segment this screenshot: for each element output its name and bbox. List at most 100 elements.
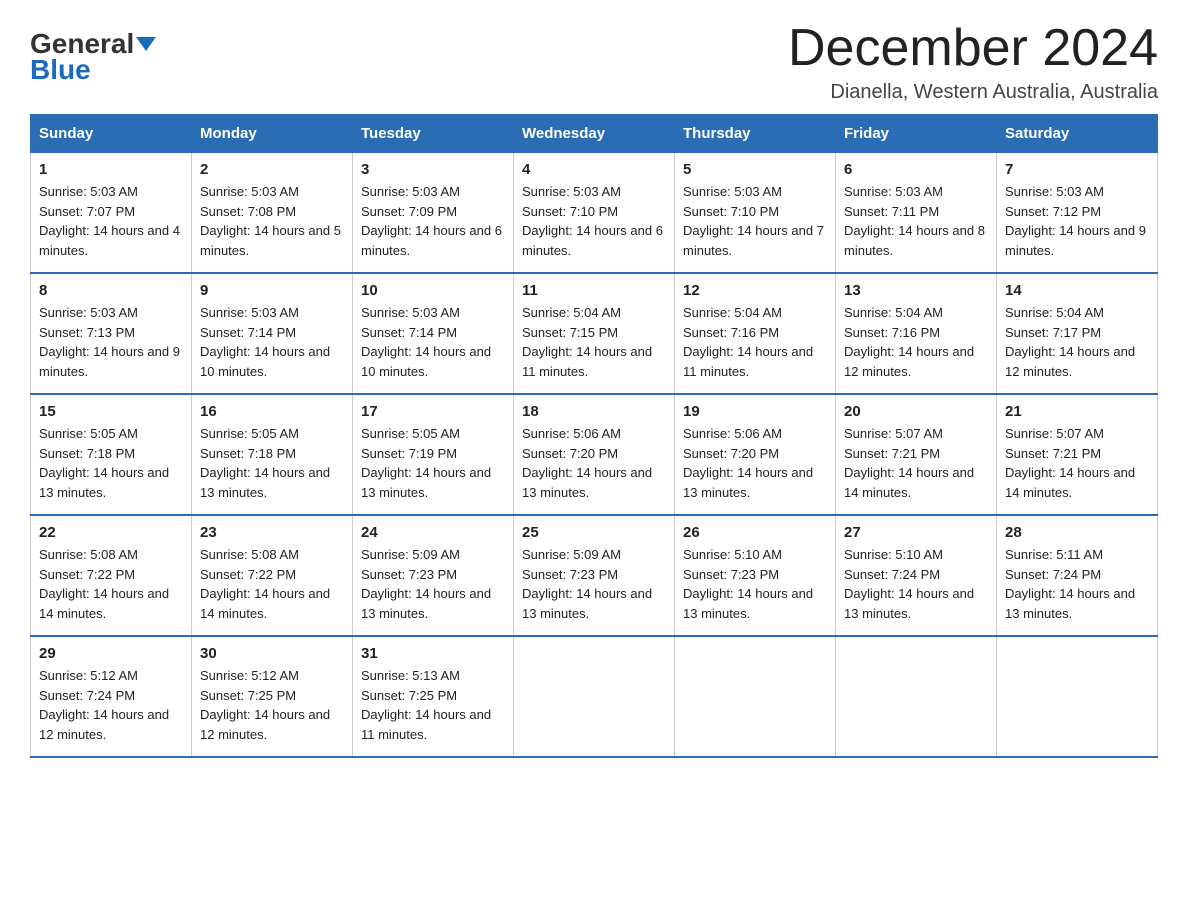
day-cell: 26 Sunrise: 5:10 AM Sunset: 7:23 PM Dayl…	[675, 515, 836, 636]
sunset-label: Sunset: 7:13 PM	[39, 325, 135, 340]
day-info: Sunrise: 5:10 AM Sunset: 7:23 PM Dayligh…	[683, 545, 827, 623]
day-cell: 10 Sunrise: 5:03 AM Sunset: 7:14 PM Dayl…	[353, 273, 514, 394]
sunset-label: Sunset: 7:21 PM	[844, 446, 940, 461]
day-number: 24	[361, 524, 505, 541]
day-cell: 4 Sunrise: 5:03 AM Sunset: 7:10 PM Dayli…	[514, 153, 675, 274]
day-cell	[514, 636, 675, 757]
daylight-label: Daylight: 14 hours and 5 minutes.	[200, 223, 341, 258]
day-info: Sunrise: 5:03 AM Sunset: 7:14 PM Dayligh…	[200, 303, 344, 381]
daylight-label: Daylight: 14 hours and 4 minutes.	[39, 223, 180, 258]
sunset-label: Sunset: 7:18 PM	[39, 446, 135, 461]
day-cell: 18 Sunrise: 5:06 AM Sunset: 7:20 PM Dayl…	[514, 394, 675, 515]
sunrise-label: Sunrise: 5:04 AM	[522, 305, 621, 320]
logo: General Blue	[30, 30, 156, 86]
day-info: Sunrise: 5:05 AM Sunset: 7:18 PM Dayligh…	[39, 424, 183, 502]
day-number: 16	[200, 403, 344, 420]
day-cell: 12 Sunrise: 5:04 AM Sunset: 7:16 PM Dayl…	[675, 273, 836, 394]
daylight-label: Daylight: 14 hours and 11 minutes.	[522, 344, 652, 379]
sunrise-label: Sunrise: 5:04 AM	[683, 305, 782, 320]
day-info: Sunrise: 5:03 AM Sunset: 7:14 PM Dayligh…	[361, 303, 505, 381]
week-row-1: 1 Sunrise: 5:03 AM Sunset: 7:07 PM Dayli…	[31, 153, 1158, 274]
day-info: Sunrise: 5:09 AM Sunset: 7:23 PM Dayligh…	[522, 545, 666, 623]
day-number: 7	[1005, 161, 1149, 178]
day-cell	[997, 636, 1158, 757]
day-cell: 30 Sunrise: 5:12 AM Sunset: 7:25 PM Dayl…	[192, 636, 353, 757]
day-number: 10	[361, 282, 505, 299]
day-info: Sunrise: 5:03 AM Sunset: 7:13 PM Dayligh…	[39, 303, 183, 381]
daylight-label: Daylight: 14 hours and 12 minutes.	[39, 707, 169, 742]
weekday-header-saturday: Saturday	[997, 115, 1158, 153]
sunset-label: Sunset: 7:23 PM	[683, 567, 779, 582]
sunrise-label: Sunrise: 5:09 AM	[522, 547, 621, 562]
day-cell	[675, 636, 836, 757]
day-cell: 25 Sunrise: 5:09 AM Sunset: 7:23 PM Dayl…	[514, 515, 675, 636]
day-number: 31	[361, 645, 505, 662]
daylight-label: Daylight: 14 hours and 13 minutes.	[522, 586, 652, 621]
day-number: 4	[522, 161, 666, 178]
day-number: 19	[683, 403, 827, 420]
day-number: 22	[39, 524, 183, 541]
day-info: Sunrise: 5:03 AM Sunset: 7:07 PM Dayligh…	[39, 182, 183, 260]
day-info: Sunrise: 5:03 AM Sunset: 7:09 PM Dayligh…	[361, 182, 505, 260]
day-info: Sunrise: 5:03 AM Sunset: 7:10 PM Dayligh…	[522, 182, 666, 260]
sunset-label: Sunset: 7:14 PM	[200, 325, 296, 340]
day-info: Sunrise: 5:04 AM Sunset: 7:16 PM Dayligh…	[844, 303, 988, 381]
day-number: 18	[522, 403, 666, 420]
sunrise-label: Sunrise: 5:10 AM	[844, 547, 943, 562]
sunset-label: Sunset: 7:24 PM	[39, 688, 135, 703]
day-number: 29	[39, 645, 183, 662]
day-info: Sunrise: 5:08 AM Sunset: 7:22 PM Dayligh…	[39, 545, 183, 623]
daylight-label: Daylight: 14 hours and 6 minutes.	[361, 223, 502, 258]
logo-blue: Blue	[30, 54, 91, 86]
day-cell: 28 Sunrise: 5:11 AM Sunset: 7:24 PM Dayl…	[997, 515, 1158, 636]
sunset-label: Sunset: 7:25 PM	[361, 688, 457, 703]
daylight-label: Daylight: 14 hours and 9 minutes.	[1005, 223, 1146, 258]
sunrise-label: Sunrise: 5:12 AM	[39, 668, 138, 683]
sunrise-label: Sunrise: 5:03 AM	[39, 305, 138, 320]
sunrise-label: Sunrise: 5:12 AM	[200, 668, 299, 683]
daylight-label: Daylight: 14 hours and 13 minutes.	[361, 586, 491, 621]
sunrise-label: Sunrise: 5:04 AM	[1005, 305, 1104, 320]
week-row-2: 8 Sunrise: 5:03 AM Sunset: 7:13 PM Dayli…	[31, 273, 1158, 394]
day-info: Sunrise: 5:04 AM Sunset: 7:15 PM Dayligh…	[522, 303, 666, 381]
daylight-label: Daylight: 14 hours and 13 minutes.	[361, 465, 491, 500]
sunset-label: Sunset: 7:14 PM	[361, 325, 457, 340]
sunset-label: Sunset: 7:19 PM	[361, 446, 457, 461]
sunset-label: Sunset: 7:15 PM	[522, 325, 618, 340]
day-number: 20	[844, 403, 988, 420]
day-cell: 7 Sunrise: 5:03 AM Sunset: 7:12 PM Dayli…	[997, 153, 1158, 274]
daylight-label: Daylight: 14 hours and 13 minutes.	[683, 465, 813, 500]
day-cell: 27 Sunrise: 5:10 AM Sunset: 7:24 PM Dayl…	[836, 515, 997, 636]
day-cell: 20 Sunrise: 5:07 AM Sunset: 7:21 PM Dayl…	[836, 394, 997, 515]
daylight-label: Daylight: 14 hours and 13 minutes.	[39, 465, 169, 500]
daylight-label: Daylight: 14 hours and 14 minutes.	[200, 586, 330, 621]
day-cell: 5 Sunrise: 5:03 AM Sunset: 7:10 PM Dayli…	[675, 153, 836, 274]
day-info: Sunrise: 5:10 AM Sunset: 7:24 PM Dayligh…	[844, 545, 988, 623]
day-info: Sunrise: 5:09 AM Sunset: 7:23 PM Dayligh…	[361, 545, 505, 623]
daylight-label: Daylight: 14 hours and 6 minutes.	[522, 223, 663, 258]
sunrise-label: Sunrise: 5:08 AM	[39, 547, 138, 562]
sunset-label: Sunset: 7:09 PM	[361, 204, 457, 219]
weekday-header-row: SundayMondayTuesdayWednesdayThursdayFrid…	[31, 115, 1158, 153]
calendar-table: SundayMondayTuesdayWednesdayThursdayFrid…	[30, 114, 1158, 758]
sunrise-label: Sunrise: 5:03 AM	[361, 305, 460, 320]
sunrise-label: Sunrise: 5:06 AM	[522, 426, 621, 441]
day-info: Sunrise: 5:07 AM Sunset: 7:21 PM Dayligh…	[844, 424, 988, 502]
day-info: Sunrise: 5:04 AM Sunset: 7:16 PM Dayligh…	[683, 303, 827, 381]
sunrise-label: Sunrise: 5:11 AM	[1005, 547, 1103, 562]
sunrise-label: Sunrise: 5:10 AM	[683, 547, 782, 562]
day-number: 3	[361, 161, 505, 178]
day-number: 17	[361, 403, 505, 420]
sunset-label: Sunset: 7:12 PM	[1005, 204, 1101, 219]
day-cell: 16 Sunrise: 5:05 AM Sunset: 7:18 PM Dayl…	[192, 394, 353, 515]
day-cell: 22 Sunrise: 5:08 AM Sunset: 7:22 PM Dayl…	[31, 515, 192, 636]
sunset-label: Sunset: 7:16 PM	[683, 325, 779, 340]
day-cell: 11 Sunrise: 5:04 AM Sunset: 7:15 PM Dayl…	[514, 273, 675, 394]
day-number: 26	[683, 524, 827, 541]
day-cell: 3 Sunrise: 5:03 AM Sunset: 7:09 PM Dayli…	[353, 153, 514, 274]
day-info: Sunrise: 5:13 AM Sunset: 7:25 PM Dayligh…	[361, 666, 505, 744]
sunrise-label: Sunrise: 5:03 AM	[200, 184, 299, 199]
day-cell: 21 Sunrise: 5:07 AM Sunset: 7:21 PM Dayl…	[997, 394, 1158, 515]
day-number: 1	[39, 161, 183, 178]
daylight-label: Daylight: 14 hours and 9 minutes.	[39, 344, 180, 379]
